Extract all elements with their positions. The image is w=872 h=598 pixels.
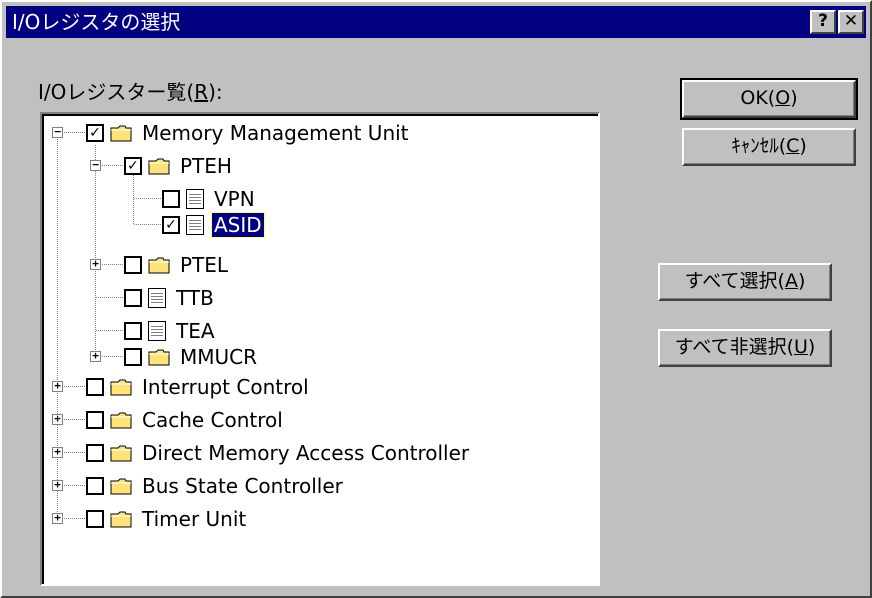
register-icon bbox=[186, 189, 204, 209]
tree-node-vpn[interactable]: VPN bbox=[128, 186, 588, 212]
select-all-button-label: すべて選択( bbox=[684, 270, 785, 292]
help-button[interactable]: ? bbox=[810, 10, 836, 34]
select-all-button-label-end: ) bbox=[797, 270, 806, 292]
ok-button-label-end: ) bbox=[790, 87, 798, 109]
dialog-title: I/Oレジスタの選択 bbox=[12, 10, 181, 34]
label-asid[interactable]: ASID bbox=[211, 212, 265, 238]
checkbox-mmu[interactable]: ✓ bbox=[86, 124, 104, 142]
tree-node-cache-control[interactable]: + Cache Control bbox=[52, 407, 592, 433]
register-list-label-end: ): bbox=[208, 80, 223, 104]
checkbox-cache-control[interactable] bbox=[86, 411, 104, 429]
register-list-label-accel: R bbox=[194, 80, 209, 104]
register-icon bbox=[148, 321, 166, 341]
ok-button-label: OK( bbox=[740, 87, 776, 109]
tree-node-mmucr[interactable]: + MMUCR bbox=[90, 344, 590, 370]
expand-toggle-bsc[interactable]: + bbox=[52, 479, 63, 491]
checkbox-asid[interactable]: ✓ bbox=[162, 216, 180, 234]
folder-icon bbox=[110, 478, 132, 495]
tree-node-pteh[interactable]: − ✓ PTEH bbox=[90, 153, 590, 179]
folder-icon bbox=[110, 379, 132, 396]
io-register-select-dialog: I/Oレジスタの選択 ? ✕ I/Oレジスター覧(R): − ✓ Memory … bbox=[0, 0, 872, 598]
checkbox-bsc[interactable] bbox=[86, 477, 104, 495]
select-all-button[interactable]: すべて選択(A) bbox=[658, 263, 832, 301]
label-dmac[interactable]: Direct Memory Access Controller bbox=[140, 441, 471, 465]
checkbox-timer-unit[interactable] bbox=[86, 510, 104, 528]
deselect-all-button[interactable]: すべて非選択(U) bbox=[658, 329, 832, 367]
tree-node-timer-unit[interactable]: + Timer Unit bbox=[52, 506, 592, 532]
cancel-button-accel: C bbox=[786, 135, 800, 157]
ok-button-accel: O bbox=[775, 87, 791, 109]
register-list-label: I/Oレジスター覧(R): bbox=[38, 76, 223, 105]
folder-icon bbox=[148, 257, 170, 274]
expand-toggle-dmac[interactable]: + bbox=[52, 446, 63, 458]
checkbox-interrupt-control[interactable] bbox=[86, 378, 104, 396]
tree-node-bsc[interactable]: + Bus State Controller bbox=[52, 473, 592, 499]
label-tea[interactable]: TEA bbox=[174, 319, 217, 343]
label-ttb[interactable]: TTB bbox=[174, 286, 216, 310]
deselect-all-button-accel: U bbox=[793, 336, 808, 358]
folder-icon bbox=[148, 349, 170, 366]
folder-icon bbox=[110, 125, 132, 142]
label-interrupt-control[interactable]: Interrupt Control bbox=[140, 375, 311, 399]
folder-icon bbox=[110, 445, 132, 462]
collapse-toggle-mmu[interactable]: − bbox=[52, 126, 63, 138]
register-icon bbox=[186, 215, 204, 235]
label-pteh[interactable]: PTEH bbox=[178, 154, 234, 178]
expand-toggle-interrupt-control[interactable]: + bbox=[52, 380, 63, 392]
checkbox-ttb[interactable] bbox=[124, 289, 142, 307]
register-tree[interactable]: − ✓ Memory Management Unit − ✓ PTEH VPN … bbox=[40, 112, 600, 586]
expand-toggle-cache-control[interactable]: + bbox=[52, 413, 63, 425]
tree-node-ptel[interactable]: + PTEL bbox=[90, 252, 590, 278]
checkbox-tea[interactable] bbox=[124, 322, 142, 340]
label-cache-control[interactable]: Cache Control bbox=[140, 408, 285, 432]
select-all-button-accel: A bbox=[784, 270, 798, 292]
checkbox-dmac[interactable] bbox=[86, 444, 104, 462]
label-mmucr[interactable]: MMUCR bbox=[178, 345, 259, 369]
checkbox-vpn[interactable] bbox=[162, 190, 180, 208]
close-button[interactable]: ✕ bbox=[838, 10, 864, 34]
label-ptel[interactable]: PTEL bbox=[178, 253, 230, 277]
deselect-all-button-label: すべて非選択( bbox=[674, 336, 794, 358]
label-bsc[interactable]: Bus State Controller bbox=[140, 474, 345, 498]
register-list-label-text: I/Oレジスター覧( bbox=[38, 80, 195, 104]
ok-button[interactable]: OK(O) bbox=[680, 78, 858, 120]
label-mmu[interactable]: Memory Management Unit bbox=[140, 121, 411, 145]
collapse-toggle-pteh[interactable]: − bbox=[90, 159, 101, 171]
checkbox-mmucr[interactable] bbox=[124, 348, 142, 366]
folder-icon bbox=[110, 412, 132, 429]
tree-node-asid[interactable]: ✓ ASID bbox=[128, 212, 588, 238]
checkbox-pteh[interactable]: ✓ bbox=[124, 157, 142, 175]
checkbox-ptel[interactable] bbox=[124, 256, 142, 274]
deselect-all-button-label-end: ) bbox=[807, 336, 816, 358]
register-icon bbox=[148, 288, 166, 308]
cancel-button-label-end: ) bbox=[799, 135, 807, 157]
tree-node-mmu[interactable]: − ✓ Memory Management Unit bbox=[52, 120, 592, 146]
expand-toggle-timer-unit[interactable]: + bbox=[52, 512, 63, 524]
tree-node-interrupt-control[interactable]: + Interrupt Control bbox=[52, 374, 592, 400]
tree-node-tea[interactable]: TEA bbox=[90, 318, 590, 344]
label-vpn[interactable]: VPN bbox=[212, 187, 257, 211]
expand-toggle-mmucr[interactable]: + bbox=[90, 350, 101, 362]
cancel-button-label: ｷｬﾝｾﾙ( bbox=[731, 135, 787, 157]
title-bar[interactable]: I/Oレジスタの選択 ? ✕ bbox=[6, 6, 866, 38]
tree-node-dmac[interactable]: + Direct Memory Access Controller bbox=[52, 440, 592, 466]
expand-toggle-ptel[interactable]: + bbox=[90, 258, 101, 270]
folder-icon bbox=[110, 511, 132, 528]
folder-icon bbox=[148, 158, 170, 175]
tree-node-ttb[interactable]: TTB bbox=[90, 285, 590, 311]
label-timer-unit[interactable]: Timer Unit bbox=[140, 507, 248, 531]
cancel-button[interactable]: ｷｬﾝｾﾙ(C) bbox=[682, 128, 856, 166]
